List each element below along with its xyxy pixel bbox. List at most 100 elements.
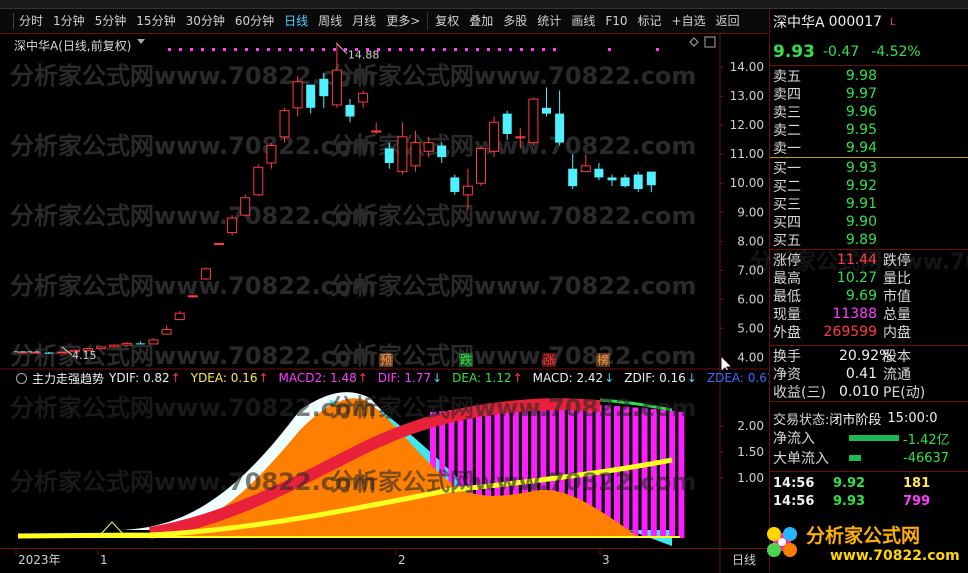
indicator-value-text: DIF: 1.77 (377, 371, 432, 385)
ask-label: 卖三 (773, 105, 801, 121)
time-label: 2 (398, 553, 406, 567)
candle-body (410, 142, 421, 167)
arrow-icon: ↓ (604, 371, 615, 385)
bid-price[interactable]: 9.91 (819, 196, 877, 212)
toolbar-action-5[interactable]: F10 (600, 9, 632, 33)
stat-label: 最低 (773, 289, 801, 305)
l2-icon[interactable]: L (890, 17, 896, 28)
candle-body (44, 352, 54, 354)
quote-row: 14:56 9.92 181 (773, 474, 965, 492)
candle-body (122, 342, 133, 346)
arrow-icon: ↓ (686, 371, 697, 385)
ask-label: 卖五 (773, 69, 801, 85)
signal-dot (212, 48, 215, 51)
ask-price[interactable]: 9.96 (819, 104, 877, 120)
toolbar-action-2[interactable]: 多股 (498, 9, 532, 33)
signal-dot (656, 48, 659, 51)
tab-period-0[interactable]: 分时 (14, 9, 48, 33)
stat-value: 9.69 (845, 288, 877, 304)
watermark: 分析家公式网www.70822.com (10, 394, 376, 422)
panel-toggle-icon[interactable] (3, 13, 14, 29)
toolbar-action-8[interactable]: 返回 (711, 9, 745, 33)
ask-price[interactable]: 9.95 (819, 122, 877, 138)
quote-row: 换手 20.92% 股本 (773, 347, 965, 365)
stat-label: 外盘 (773, 325, 801, 341)
signal-marker[interactable]: 涨 (543, 352, 555, 367)
tab-period-8[interactable]: 月线 (347, 9, 381, 33)
quote-row: 卖二 9.95 (773, 121, 965, 139)
signal-dot (388, 48, 391, 51)
quote-row: 大单流入 -46637 (773, 449, 965, 468)
tab-period-7[interactable]: 周线 (313, 9, 347, 33)
quote-row: 净流入 -1.42亿 (773, 429, 965, 448)
toolbar-action-0[interactable]: 复权 (430, 9, 464, 33)
indicator-value: YDIF: 0.82↑ (109, 371, 186, 385)
quote-row: 卖一 9.94 (773, 139, 965, 157)
chevron-down-icon[interactable] (137, 39, 145, 44)
signal-dot (476, 48, 479, 51)
signal-marker[interactable]: 跌 (460, 352, 472, 367)
signal-dot (410, 48, 413, 51)
candle-body (528, 98, 539, 144)
candle-body (292, 81, 303, 109)
indicator-chart[interactable]: 2.001.501.00分析家公式网www.70822.com分析家公式网www… (0, 370, 768, 548)
tab-period-9[interactable]: 更多> (381, 9, 425, 33)
signal-dot (168, 48, 171, 51)
signal-marker[interactable]: 预 (380, 353, 392, 367)
stat-value: 20.92% (839, 348, 893, 364)
tab-period-2[interactable]: 5分钟 (90, 9, 132, 33)
price-tick: 12.00 (730, 118, 764, 132)
toolbar-action-6[interactable]: 标记 (633, 9, 667, 33)
bid-price[interactable]: 9.92 (819, 178, 877, 194)
stat-label-2: PE(动) (883, 385, 926, 401)
maximize-icon[interactable] (704, 36, 716, 48)
indicator-tick: 1.50 (737, 445, 764, 459)
price-tick: 6.00 (737, 292, 764, 306)
tick-time: 14:56 (773, 493, 815, 509)
toolbar-action-1[interactable]: 叠加 (464, 9, 498, 33)
bigflow-label: 大单流入 (773, 451, 829, 467)
indicator-tick: 2.00 (737, 419, 764, 433)
candle-body (253, 166, 264, 196)
candle-body (56, 351, 67, 354)
toolbar-action-7[interactable]: +自选 (667, 9, 711, 33)
watermark: 分析家公式网www.70822.com (330, 394, 696, 422)
indicator-settings-icon[interactable] (16, 372, 27, 384)
candle-body (594, 168, 604, 178)
candlestick-chart[interactable]: 14.0013.0012.0011.0010.009.008.007.006.0… (0, 34, 768, 370)
bid-price[interactable]: 9.93 (819, 160, 877, 176)
ask-price[interactable]: 9.98 (819, 68, 877, 84)
stat-label-2: 总量 (883, 307, 911, 323)
indicator-value-text: YDEA: 0.16 (190, 371, 258, 385)
period-tab-label[interactable]: 日线 (732, 553, 756, 567)
tab-period-4[interactable]: 30分钟 (181, 9, 230, 33)
indicator-name[interactable]: 主力走强趋势 (32, 370, 104, 387)
candle-body (96, 346, 107, 350)
ask-price[interactable]: 9.94 (819, 140, 877, 156)
arrow-icon: ↑ (512, 371, 523, 385)
candle-body (371, 130, 382, 133)
stat-label: 收益(三) (773, 385, 826, 401)
candle-body (200, 268, 211, 280)
signal-dot (553, 48, 556, 51)
window-top-strip (0, 0, 968, 9)
tab-period-3[interactable]: 15分钟 (131, 9, 180, 33)
signal-marker[interactable]: 榜 (597, 352, 609, 367)
signal-dot (432, 48, 435, 51)
tab-period-1[interactable]: 1分钟 (48, 9, 90, 33)
candle-body (319, 78, 329, 97)
toolbar-action-3[interactable]: 统计 (532, 9, 566, 33)
ask-price[interactable]: 9.97 (819, 86, 877, 102)
signal-dot (531, 48, 534, 51)
divider (427, 12, 429, 30)
diamond-icon[interactable] (689, 37, 699, 47)
toolbar-action-4[interactable]: 画线 (566, 9, 600, 33)
tab-period-6[interactable]: 日线 (279, 9, 313, 33)
signal-dot (509, 48, 512, 51)
tab-period-5[interactable]: 60分钟 (230, 9, 279, 33)
high-label: 14.88 (348, 49, 380, 62)
bid-price[interactable]: 9.90 (819, 214, 877, 230)
signal-dot (300, 48, 303, 51)
candle-body (489, 121, 500, 152)
candle-body (240, 197, 251, 216)
